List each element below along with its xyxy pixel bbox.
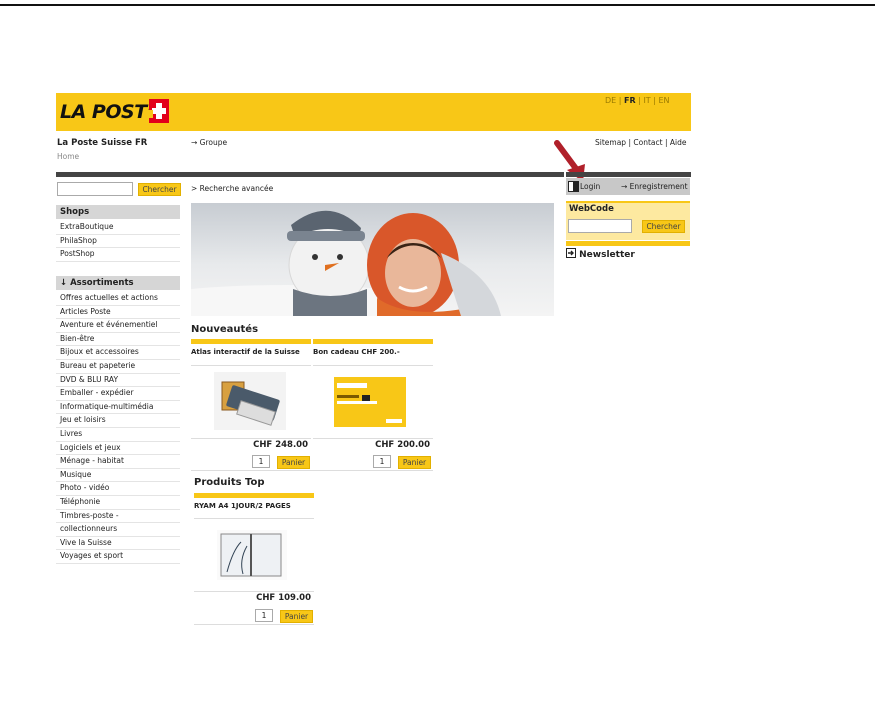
sidebar-assortiment-item-2[interactable]: Aventure et événementiel (56, 318, 180, 333)
top-product-1-agenda-image[interactable] (217, 530, 287, 580)
sidebar-assortiment-item-1[interactable]: Articles Poste (56, 305, 180, 320)
lang-fr[interactable]: FR (624, 96, 636, 105)
sidebar-assortiment-item-0[interactable]: Offres actuelles et actions (56, 291, 180, 306)
lang-en[interactable]: EN (658, 96, 669, 105)
sidebar-assortiment-item-19[interactable]: Voyages et sport (56, 549, 180, 564)
sidebar-assortiment-item-15[interactable]: Téléphonie (56, 495, 180, 510)
top-product-1-cart-button[interactable]: Panier (280, 610, 313, 623)
webcode-top-bar (566, 201, 690, 203)
product-2-gift-card-image[interactable] (334, 377, 406, 427)
newsletter-label: Newsletter (579, 250, 635, 260)
register-link[interactable]: → Enregistrement (621, 182, 688, 191)
nouveautes-bottom-divider (191, 470, 433, 471)
breadcrumb-home[interactable]: Home (57, 152, 79, 161)
lang-de[interactable]: DE (605, 96, 616, 105)
link-separator: | (664, 138, 668, 147)
product-1-divider (191, 365, 311, 366)
language-switcher: DE | FR | IT | EN (605, 96, 670, 105)
newsletter-link[interactable]: Newsletter (566, 248, 635, 260)
sidebar-assortiment-item-4[interactable]: Bijoux et accessoires (56, 345, 180, 360)
hero-illustration (191, 210, 501, 316)
sidebar-assortiment-item-13[interactable]: Musique (56, 468, 180, 483)
search-button[interactable]: Chercher (138, 183, 181, 196)
sidebar-assortiment-item-8[interactable]: Informatique-multimédia (56, 400, 180, 415)
product-1-price: CHF 248.00 (253, 440, 308, 450)
product-1-qty-input[interactable]: 1 (252, 455, 270, 468)
lang-it[interactable]: IT (643, 96, 650, 105)
sitemap-link[interactable]: Sitemap (595, 138, 626, 147)
swiss-cross-logo-icon (145, 99, 169, 123)
login-link[interactable]: Login (580, 182, 600, 191)
product-2-divider (313, 365, 433, 366)
sidebar-assortiment-item-11[interactable]: Logiciels et jeux (56, 441, 180, 456)
nav-dark-bar (56, 172, 564, 177)
product-1-top-bar (191, 339, 311, 344)
sidebar-assortiment-item-3[interactable]: Bien-être (56, 332, 180, 347)
product-1-cart-button[interactable]: Panier (277, 456, 310, 469)
product-2-top-bar (313, 339, 433, 344)
top-border-line (0, 4, 875, 6)
sidebar-assortiment-item-16[interactable]: Timbres-poste - (56, 509, 180, 524)
top-product-1-price-divider (194, 591, 314, 592)
groupe-link[interactable]: → Groupe (191, 138, 227, 147)
newsletter-top-bar (566, 241, 690, 246)
login-door-icon[interactable] (568, 181, 579, 192)
sidebar-assortiment-item-10[interactable]: Livres (56, 427, 180, 442)
sidebar-shop-item-2[interactable]: PostShop (56, 247, 180, 262)
sidebar-assortiment-item-7[interactable]: Emballer - expédier (56, 386, 180, 401)
sidebar-assortiment-item-6[interactable]: DVD & BLU RAY (56, 373, 180, 388)
nouveautes-title: Nouveautés (191, 324, 259, 335)
site-title: La Poste Suisse FR (57, 138, 148, 148)
shops-title: Shops (56, 205, 180, 219)
sidebar-assortiment-item-18[interactable]: Vive la Suisse (56, 536, 180, 551)
sidebar-assortiment-item-12[interactable]: Ménage - habitat (56, 454, 180, 469)
sidebar-assortiment-item-17[interactable]: collectionneurs (56, 522, 180, 537)
top-product-bottom-divider (194, 624, 314, 625)
arrow-box-icon (566, 248, 576, 258)
search-input[interactable] (57, 182, 133, 196)
product-2-name[interactable]: Bon cadeau CHF 200.- (313, 348, 400, 356)
sidebar-assortiment-item-14[interactable]: Photo - vidéo (56, 481, 180, 496)
lang-separator: | (653, 96, 656, 105)
lang-separator: | (638, 96, 641, 105)
webcode-input[interactable] (568, 219, 632, 233)
top-product-top-bar (194, 493, 314, 498)
webcode-search-button[interactable]: Chercher (642, 220, 685, 233)
product-2-price: CHF 200.00 (375, 440, 430, 450)
hero-winter-image (191, 203, 554, 316)
product-2-cart-button[interactable]: Panier (398, 456, 431, 469)
link-separator: | (628, 138, 631, 147)
top-product-1-price: CHF 109.00 (256, 593, 311, 603)
product-1-price-divider (191, 438, 311, 439)
top-product-1-qty-input[interactable]: 1 (255, 609, 273, 622)
lang-separator: | (618, 96, 622, 105)
sidebar-shop-item-0[interactable]: ExtraBoutique (56, 220, 180, 235)
sidebar-assortiment-item-5[interactable]: Bureau et papeterie (56, 359, 180, 374)
aide-link[interactable]: Aide (670, 138, 687, 147)
sidebar-shop-item-1[interactable]: PhilaShop (56, 234, 180, 249)
product-2-price-divider (313, 438, 433, 439)
top-product-1-divider (194, 518, 314, 519)
top-product-1-name[interactable]: RYAM A4 1JOUR/2 PAGES (194, 502, 291, 510)
product-1-name[interactable]: Atlas interactif de la Suisse (191, 348, 300, 356)
produits-top-title: Produits Top (194, 477, 265, 488)
login-bar: Login → Enregistrement (566, 178, 690, 195)
sidebar-assortiment-item-9[interactable]: Jeu et loisirs (56, 413, 180, 428)
contact-link[interactable]: Contact (633, 138, 662, 147)
utility-links: Sitemap | Contact | Aide (595, 138, 686, 147)
assortiments-title[interactable]: ↓ Assortiments (56, 276, 180, 290)
product-1-atlas-image[interactable] (214, 372, 286, 430)
webcode-title: WebCode (569, 204, 614, 214)
advanced-search-link[interactable]: > Recherche avancée (191, 184, 273, 193)
side-dark-bar (566, 172, 691, 177)
product-2-qty-input[interactable]: 1 (373, 455, 391, 468)
